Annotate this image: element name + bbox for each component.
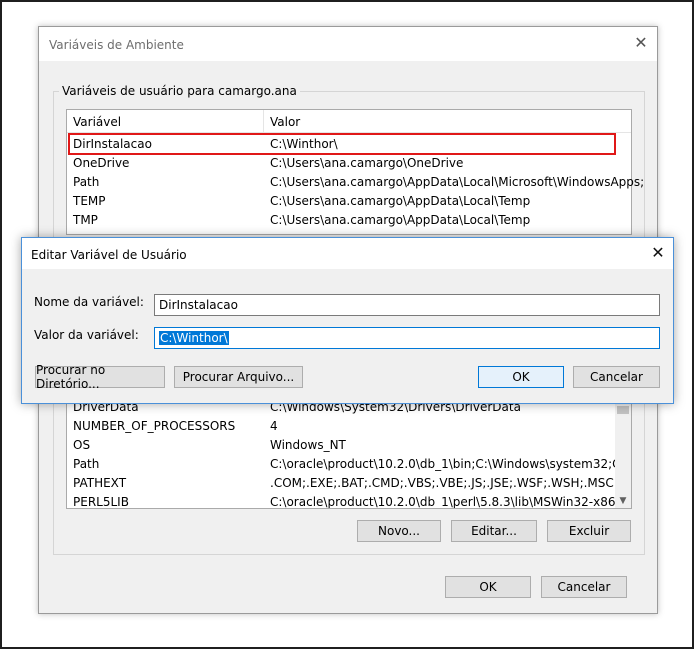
variable-value: C:\Users\ana.camargo\AppData\Local\Temp	[270, 194, 531, 208]
ok-button[interactable]: OK	[478, 366, 564, 388]
delete-button[interactable]: Excluir	[547, 520, 631, 542]
table-row[interactable]: PATHEXT .COM;.EXE;.BAT;.CMD;.VBS;.VBE;.J…	[67, 474, 631, 493]
vertical-scrollbar[interactable]: ▼	[615, 402, 631, 508]
table-row[interactable]: PERL5LIB C:\oracle\product\10.2.0\db_1\p…	[67, 493, 632, 509]
variable-value: C:\Users\ana.camargo\AppData\Local\Micro…	[270, 175, 645, 189]
table-row[interactable]: NUMBER_OF_PROCESSORS 4	[67, 417, 631, 436]
table-row[interactable]: OS Windows_NT	[67, 436, 631, 455]
variable-name: PATHEXT	[73, 476, 127, 490]
variable-name-label: Nome da variável:	[34, 295, 144, 309]
table-row[interactable]: Path C:\oracle\product\10.2.0\db_1\bin;C…	[67, 455, 631, 474]
edit-button[interactable]: Editar...	[451, 520, 537, 542]
ok-button[interactable]: OK	[445, 576, 531, 598]
dialog-title: Variáveis de Ambiente	[49, 38, 184, 52]
close-icon[interactable]: ✕	[648, 243, 668, 263]
variable-value-label: Valor da variável:	[34, 328, 139, 342]
variable-value: .COM;.EXE;.BAT;.CMD;.VBS;.VBE;.JS;.JSE;.…	[270, 476, 614, 490]
variable-name: TMP	[73, 213, 98, 227]
table-row[interactable]: TMP C:\Users\ana.camargo\AppData\Local\T…	[67, 211, 631, 230]
variable-value: 4	[270, 419, 278, 433]
variable-name: Path	[73, 175, 100, 189]
table-row[interactable]: Path C:\Users\ana.camargo\AppData\Local\…	[67, 173, 644, 192]
close-icon[interactable]: ✕	[631, 33, 651, 53]
variable-value: C:\oracle\product\10.2.0\db_1\perl\5.8.3…	[270, 495, 632, 509]
variable-name: Path	[73, 457, 100, 471]
variable-name: PERL5LIB	[73, 495, 129, 509]
variable-name-input[interactable]: DirInstalacao	[154, 294, 660, 316]
edit-user-variable-dialog: Editar Variável de Usuário ✕ Nome da var…	[21, 237, 674, 404]
variable-name: OS	[73, 438, 91, 452]
column-header-value[interactable]: Valor	[270, 115, 300, 129]
variable-name: NUMBER_OF_PROCESSORS	[73, 419, 236, 433]
list-header: Variável Valor	[67, 110, 631, 133]
dialog-titlebar: Editar Variável de Usuário ✕	[22, 238, 673, 269]
browse-directory-button[interactable]: Procurar no Diretório...	[35, 363, 165, 391]
column-header-variable[interactable]: Variável	[73, 115, 121, 129]
variable-value: C:\oracle\product\10.2.0\db_1\bin;C:\Win…	[270, 457, 632, 471]
variable-value: C:\Users\ana.camargo\OneDrive	[270, 156, 464, 170]
cancel-button[interactable]: Cancelar	[573, 366, 660, 388]
table-row[interactable]: OneDrive C:\Users\ana.camargo\OneDrive	[67, 154, 631, 173]
cancel-button[interactable]: Cancelar	[541, 576, 627, 598]
chevron-down-icon[interactable]: ▼	[617, 496, 629, 506]
table-row[interactable]: TEMP C:\Users\ana.camargo\AppData\Local\…	[67, 192, 631, 211]
dialog-title: Editar Variável de Usuário	[31, 248, 187, 262]
variable-value: Windows_NT	[270, 438, 346, 452]
variable-name: OneDrive	[73, 156, 130, 170]
highlight-box	[68, 133, 616, 155]
user-variables-list[interactable]: Variável Valor DirInstalacao C:\Winthor\…	[66, 109, 644, 235]
selected-value-text: C:\Winthor\	[159, 331, 229, 345]
variable-value: C:\Users\ana.camargo\AppData\Local\Temp	[270, 213, 531, 227]
system-variables-list[interactable]: DriverData C:\Windows\System32\Drivers\D…	[66, 401, 632, 509]
new-button[interactable]: Novo...	[357, 520, 441, 542]
dialog-titlebar: Variáveis de Ambiente ✕	[39, 27, 657, 61]
scrollbar-thumb[interactable]	[617, 406, 629, 414]
browse-file-button[interactable]: Procurar Arquivo...	[174, 366, 303, 388]
variable-value-input[interactable]: C:\Winthor\	[154, 327, 660, 349]
variable-name: TEMP	[73, 194, 106, 208]
user-variables-label: Variáveis de usuário para camargo.ana	[59, 84, 300, 98]
